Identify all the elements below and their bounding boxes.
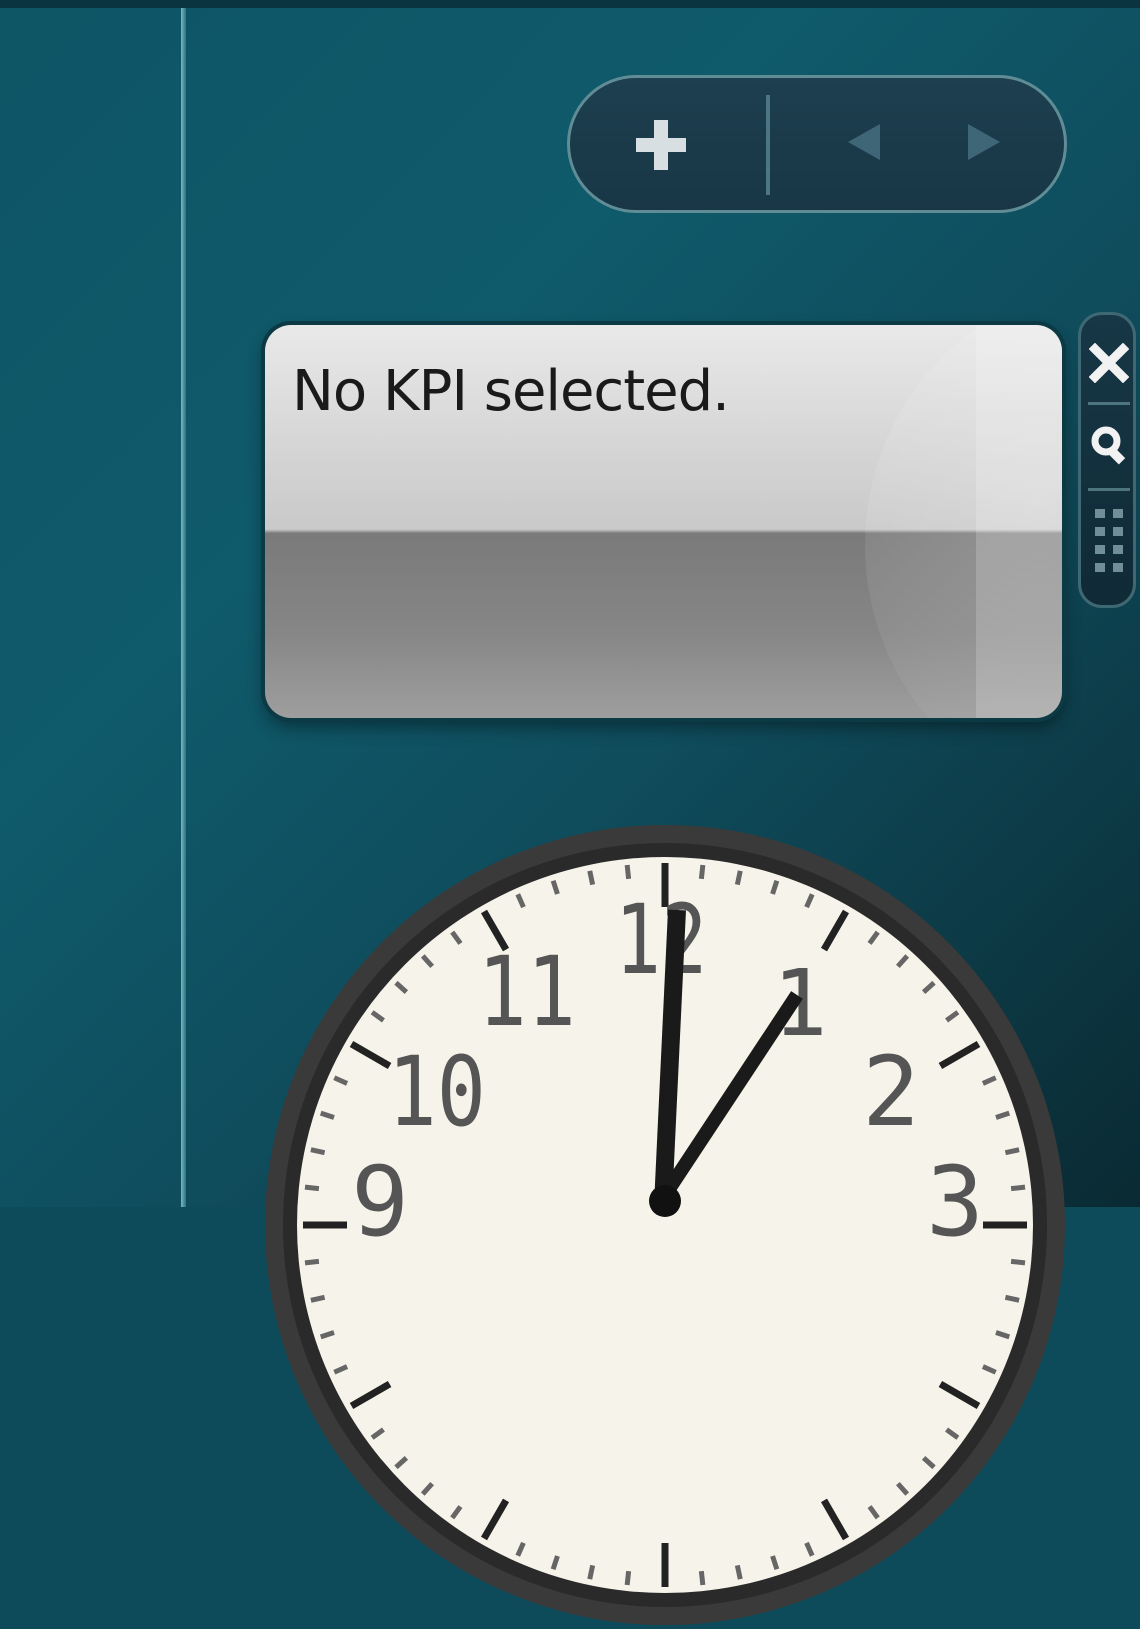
hand-hub: [649, 1185, 681, 1217]
tool-separator: [1088, 402, 1130, 405]
drag-gadget-handle[interactable]: [1089, 505, 1129, 583]
triangle-left-icon: [848, 124, 880, 160]
clock-minor-tick: [734, 1564, 743, 1580]
clock-minor-tick: [587, 1564, 596, 1580]
clock-face: 12 1 2 3 9 10 11: [265, 825, 1065, 1625]
close-x-icon: [1089, 343, 1129, 383]
triangle-right-icon: [968, 124, 1000, 160]
sidebar-divider: [181, 8, 186, 1207]
clock-minor-tick: [734, 870, 743, 886]
clock-minor-tick: [698, 864, 706, 880]
clock-numeral: 10: [388, 1037, 486, 1149]
next-page-button[interactable]: [962, 120, 1006, 164]
clock-minor-tick: [310, 1147, 326, 1156]
clock-minor-tick: [1010, 1184, 1026, 1192]
clock-numeral: 12: [615, 884, 707, 997]
gadget-edge-highlight: [976, 325, 1062, 718]
clock-numeral: 9: [351, 1146, 409, 1258]
grip-dots-icon: [1095, 509, 1123, 572]
clock-minor-tick: [587, 870, 596, 886]
clock-minor-tick: [310, 1294, 326, 1303]
toolbar-separator: [766, 95, 770, 195]
tool-separator: [1088, 488, 1130, 491]
clock-minor-tick: [304, 1258, 320, 1266]
clock-minor-tick: [1004, 1294, 1020, 1303]
add-gadget-button[interactable]: [630, 114, 692, 176]
plus-icon: [636, 120, 686, 170]
clock-minor-tick: [624, 864, 632, 880]
kpi-gadget[interactable]: No KPI selected.: [265, 325, 1062, 718]
clock-numeral: 11: [478, 937, 576, 1049]
clock-numeral: 1: [772, 950, 827, 1057]
close-gadget-button[interactable]: [1085, 340, 1133, 386]
clock-gadget[interactable]: 12 1 2 3 9 10 11: [265, 825, 1065, 1625]
previous-page-button[interactable]: [842, 120, 886, 164]
clock-minor-tick: [1010, 1258, 1026, 1266]
clock-minor-tick: [698, 1570, 706, 1586]
clock-minor-tick: [304, 1184, 320, 1192]
clock-numeral: 2: [862, 1036, 920, 1148]
gadget-options-button[interactable]: [1085, 420, 1133, 472]
clock-minor-tick: [1004, 1147, 1020, 1156]
magnifier-icon: [1091, 426, 1126, 465]
clock-numeral: 3: [926, 1146, 984, 1258]
kpi-status-message: No KPI selected.: [292, 359, 730, 424]
top-edge: [0, 0, 1140, 8]
clock-minor-tick: [624, 1570, 632, 1586]
